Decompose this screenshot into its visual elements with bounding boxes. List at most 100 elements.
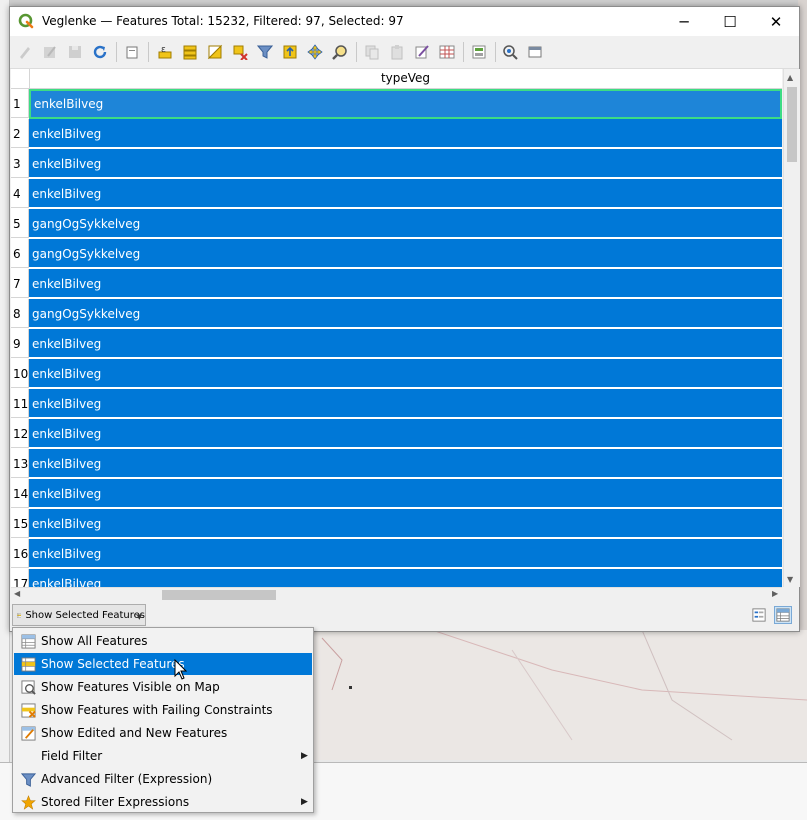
- new-field-icon[interactable]: [413, 43, 431, 61]
- table-row[interactable]: 6 gangOgSykkelveg: [11, 239, 782, 269]
- close-button[interactable]: ✕: [753, 7, 799, 36]
- deselect-all-icon[interactable]: [231, 43, 249, 61]
- table-row[interactable]: 1 enkelBilveg: [11, 89, 782, 119]
- horizontal-scroll-thumb[interactable]: [162, 590, 276, 600]
- column-header-typeveg[interactable]: typeVeg: [29, 69, 782, 88]
- menu-item-show-edited-and-new-features[interactable]: Show Edited and New Features: [14, 722, 312, 744]
- table-row[interactable]: 5 gangOgSykkelveg: [11, 209, 782, 239]
- table-row[interactable]: 14 enkelBilveg: [11, 479, 782, 509]
- row-number[interactable]: 5: [11, 209, 29, 238]
- row-number[interactable]: 3: [11, 149, 29, 178]
- multi-edit-icon[interactable]: [41, 43, 59, 61]
- zoom-to-selected-icon[interactable]: [331, 43, 349, 61]
- conditional-formatting-icon[interactable]: [501, 43, 519, 61]
- filter-select-icon[interactable]: [256, 43, 274, 61]
- scroll-left-arrow-icon[interactable]: ◀: [14, 589, 20, 598]
- row-number[interactable]: 12: [11, 419, 29, 448]
- table-row[interactable]: 16 enkelBilveg: [11, 539, 782, 569]
- select-all-icon[interactable]: [181, 43, 199, 61]
- scroll-down-arrow-icon[interactable]: ▼: [787, 575, 793, 584]
- table-row[interactable]: 10 enkelBilveg: [11, 359, 782, 389]
- move-selection-top-icon[interactable]: [281, 43, 299, 61]
- row-number[interactable]: 14: [11, 479, 29, 508]
- table-row[interactable]: 8 gangOgSykkelveg: [11, 299, 782, 329]
- switch-form-view-button[interactable]: [750, 606, 768, 624]
- row-number[interactable]: 2: [11, 119, 29, 148]
- cell-typeveg[interactable]: enkelBilveg: [29, 359, 782, 388]
- cell-typeveg[interactable]: enkelBilveg: [29, 389, 782, 418]
- row-number[interactable]: 1: [11, 89, 29, 118]
- row-number[interactable]: 15: [11, 509, 29, 538]
- table-corner-button[interactable]: [11, 69, 30, 88]
- menu-item-show-selected-features[interactable]: Show Selected Features: [14, 653, 312, 675]
- table-row[interactable]: 4 enkelBilveg: [11, 179, 782, 209]
- save-edits-icon[interactable]: [66, 43, 84, 61]
- menu-item-show-features-visible-on-map[interactable]: Show Features Visible on Map: [14, 676, 312, 698]
- row-number[interactable]: 8: [11, 299, 29, 328]
- row-number[interactable]: 11: [11, 389, 29, 418]
- cell-typeveg[interactable]: enkelBilveg: [29, 419, 782, 448]
- horizontal-scrollbar[interactable]: ◀ ▶: [11, 587, 782, 602]
- row-number[interactable]: 13: [11, 449, 29, 478]
- vertical-scroll-thumb[interactable]: [787, 87, 797, 162]
- cell-typeveg[interactable]: enkelBilveg: [29, 449, 782, 478]
- invert-selection-icon[interactable]: [206, 43, 224, 61]
- field-calculator-icon[interactable]: [470, 43, 488, 61]
- row-number[interactable]: 17: [11, 569, 29, 587]
- menu-item-show-features-with-failing-constraints[interactable]: Show Features with Failing Constraints: [14, 699, 312, 721]
- table-row[interactable]: 11 enkelBilveg: [11, 389, 782, 419]
- cell-typeveg[interactable]: enkelBilveg: [29, 149, 782, 178]
- cell-typeveg[interactable]: gangOgSykkelveg: [29, 209, 782, 238]
- cell-typeveg[interactable]: enkelBilveg: [29, 269, 782, 298]
- table-row[interactable]: 9 enkelBilveg: [11, 329, 782, 359]
- menu-item-stored-filter-expressions[interactable]: Stored Filter Expressions ▶: [14, 791, 312, 813]
- cell-typeveg[interactable]: enkelBilveg: [29, 479, 782, 508]
- row-number[interactable]: 7: [11, 269, 29, 298]
- scroll-up-arrow-icon[interactable]: ▲: [787, 73, 793, 82]
- table-row[interactable]: 12 enkelBilveg: [11, 419, 782, 449]
- star-icon: [20, 794, 36, 810]
- reload-icon[interactable]: [91, 43, 109, 61]
- add-feature-icon[interactable]: [123, 43, 141, 61]
- copy-rows-icon[interactable]: [363, 43, 381, 61]
- menu-item-advanced-filter-expression[interactable]: Advanced Filter (Expression): [14, 768, 312, 790]
- window-title: Veglenke — Features Total: 15232, Filter…: [42, 14, 404, 28]
- switch-table-view-button[interactable]: [774, 606, 792, 624]
- maximize-button[interactable]: ☐: [707, 7, 753, 36]
- toggle-editing-icon[interactable]: [16, 43, 34, 61]
- paste-icon[interactable]: [388, 43, 406, 61]
- delete-field-icon[interactable]: [438, 43, 456, 61]
- title-bar[interactable]: Veglenke — Features Total: 15232, Filter…: [10, 7, 799, 36]
- menu-item-label: Advanced Filter (Expression): [41, 772, 213, 786]
- minimize-button[interactable]: ─: [661, 7, 707, 36]
- table-row[interactable]: 3 enkelBilveg: [11, 149, 782, 179]
- cell-typeveg[interactable]: enkelBilveg: [29, 539, 782, 568]
- cell-typeveg[interactable]: enkelBilveg: [29, 569, 782, 587]
- pan-to-selected-icon[interactable]: [306, 43, 324, 61]
- table-row[interactable]: 7 enkelBilveg: [11, 269, 782, 299]
- submenu-arrow-icon: ▶: [301, 797, 308, 807]
- row-number[interactable]: 9: [11, 329, 29, 358]
- cell-typeveg[interactable]: enkelBilveg: [29, 89, 782, 119]
- vertical-scrollbar[interactable]: ▲ ▼: [783, 69, 800, 587]
- feature-filter-button[interactable]: Show Selected Features ▼: [12, 604, 146, 626]
- scroll-right-arrow-icon[interactable]: ▶: [772, 589, 778, 598]
- row-number[interactable]: 10: [11, 359, 29, 388]
- cell-typeveg[interactable]: gangOgSykkelveg: [29, 239, 782, 268]
- cell-typeveg[interactable]: enkelBilveg: [29, 509, 782, 538]
- table-row[interactable]: 13 enkelBilveg: [11, 449, 782, 479]
- table-row[interactable]: 2 enkelBilveg: [11, 119, 782, 149]
- cell-typeveg[interactable]: enkelBilveg: [29, 179, 782, 208]
- table-row[interactable]: 17 enkelBilveg: [11, 569, 782, 587]
- row-number[interactable]: 16: [11, 539, 29, 568]
- table-row[interactable]: 15 enkelBilveg: [11, 509, 782, 539]
- cell-typeveg[interactable]: enkelBilveg: [29, 119, 782, 148]
- cell-typeveg[interactable]: enkelBilveg: [29, 329, 782, 358]
- dock-icon[interactable]: [526, 43, 544, 61]
- select-by-expression-icon[interactable]: ε: [156, 43, 174, 61]
- cell-typeveg[interactable]: gangOgSykkelveg: [29, 299, 782, 328]
- menu-item-show-all-features[interactable]: Show All Features: [14, 630, 312, 652]
- row-number[interactable]: 4: [11, 179, 29, 208]
- row-number[interactable]: 6: [11, 239, 29, 268]
- menu-item-field-filter[interactable]: Field Filter ▶: [14, 745, 312, 767]
